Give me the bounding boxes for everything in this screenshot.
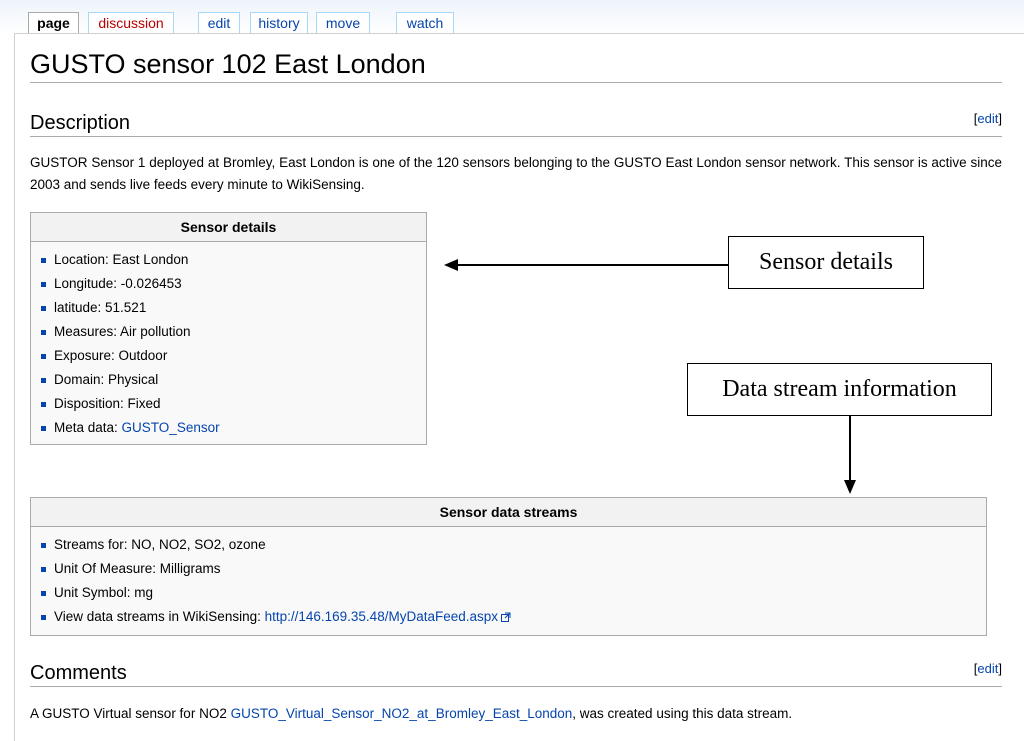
callout-data-stream: Data stream information: [687, 363, 992, 416]
arrow-head-left: [444, 259, 458, 271]
callout-sensor-details: Sensor details: [728, 236, 924, 289]
arrow-head-down: [844, 480, 856, 494]
